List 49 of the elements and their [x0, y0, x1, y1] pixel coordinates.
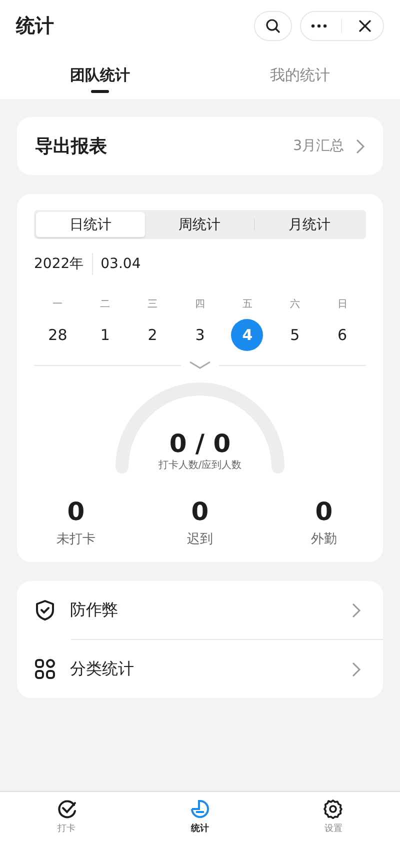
stat-value: 0: [67, 497, 85, 526]
export-title: 导出报表: [35, 135, 107, 158]
weekday-label: 一: [52, 298, 64, 311]
attendance-ratio: 0 / 0: [169, 429, 231, 458]
search-icon: [265, 18, 281, 34]
check-circle-icon: [56, 799, 77, 819]
ratio-caption: 打卡人数/应到人数: [158, 458, 242, 472]
settings-icon: [323, 799, 344, 819]
menu-item[interactable]: 分类统计: [34, 640, 383, 698]
stat-label: 未打卡: [56, 531, 96, 548]
period-tab[interactable]: 周统计: [145, 212, 254, 237]
nav-tab[interactable]: 打卡: [0, 792, 134, 842]
day-button[interactable]: 3: [184, 319, 216, 351]
chevron-right-icon: [352, 602, 361, 618]
chevron-right-icon: [352, 662, 361, 676]
shield-check-icon: [34, 599, 56, 621]
period-tab[interactable]: 日统计: [36, 212, 145, 237]
stat-value: 0: [315, 497, 333, 526]
pie-chart-icon: [190, 799, 210, 819]
day-button[interactable]: 28: [42, 319, 74, 351]
menu-item[interactable]: 防作弊: [34, 581, 383, 639]
weekday-label: 二: [99, 298, 112, 311]
tab[interactable]: 我的统计: [200, 52, 400, 99]
close-icon: [358, 20, 371, 32]
year-label[interactable]: 2022年: [34, 255, 84, 273]
more-icon: [311, 24, 328, 28]
nav-tab[interactable]: 设置: [266, 792, 400, 842]
weekday-label: 五: [241, 298, 254, 311]
day-button[interactable]: 2: [136, 319, 169, 351]
stat-label: 迟到: [187, 531, 213, 548]
weekday-label: 三: [146, 298, 159, 311]
grid-icon: [34, 658, 56, 680]
search-button[interactable]: [254, 11, 292, 41]
day-button[interactable]: 6: [326, 319, 358, 351]
export-report-card[interactable]: 导出报表 3月汇总: [17, 117, 383, 175]
chevron-right-icon: [356, 138, 365, 154]
period-tab[interactable]: 月统计: [255, 212, 364, 237]
day-button[interactable]: 1: [89, 319, 122, 351]
stat-label: 外勤: [311, 531, 337, 548]
page-title: 统计: [16, 14, 54, 39]
weekday-label: 四: [194, 298, 206, 311]
stat-value: 0: [191, 497, 209, 526]
date-label[interactable]: 03.04: [100, 256, 141, 272]
weekday-label: 日: [336, 298, 348, 311]
summary-label: 3月汇总: [293, 137, 344, 155]
weekday-label: 六: [288, 298, 301, 311]
nav-tab[interactable]: 统计: [133, 792, 267, 842]
tab[interactable]: 团队统计: [0, 52, 200, 99]
day-button[interactable]: 5: [278, 319, 311, 351]
